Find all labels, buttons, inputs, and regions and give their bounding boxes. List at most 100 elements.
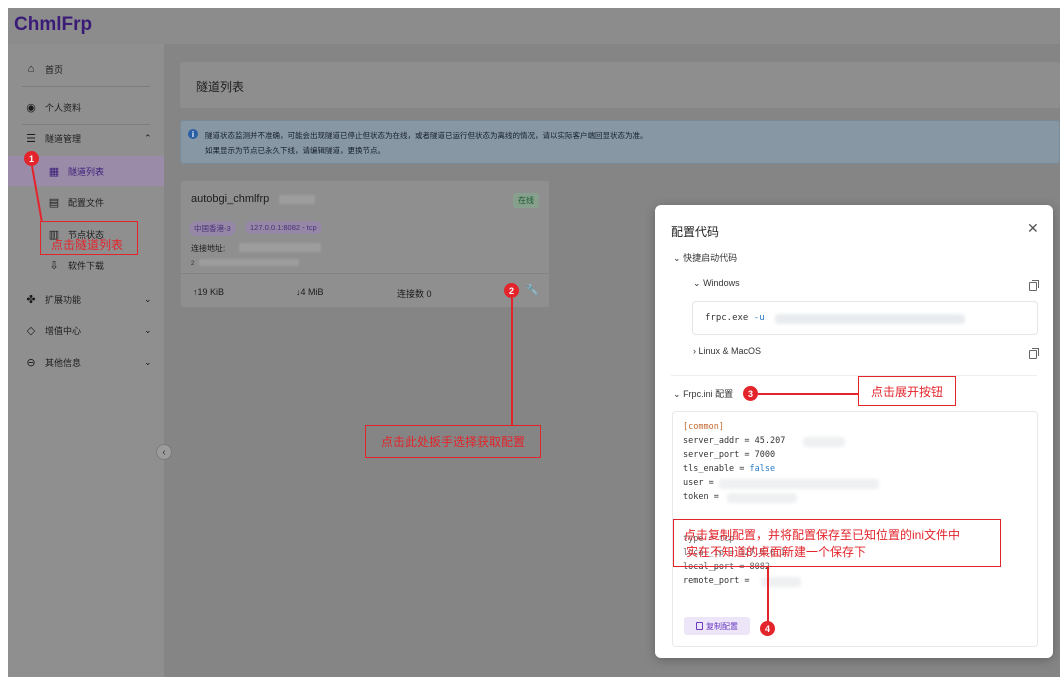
annotation-line	[767, 567, 769, 622]
tunnel-name: autobgi_chmlfrp	[191, 193, 270, 205]
list-icon: ☰	[26, 132, 36, 145]
tunnel-card[interactable]: autobgi_chmlfrp 在线 中国香港-3 127.0.0.1:8082…	[180, 180, 550, 308]
notice-line-2: 如果显示为节点已永久下线，请编辑隧道，更换节点。	[205, 146, 385, 155]
status-badge: 在线	[513, 193, 539, 208]
sidebar-item-profile[interactable]: ◉ 个人资料	[8, 92, 164, 122]
annotation-step-2: 2	[504, 283, 519, 298]
annotation-step-3: 3	[743, 386, 758, 401]
sidebar: ⌂ 首页 ◉ 个人资料 ☰ 隧道管理 ⌃ ▦ 隧道列表 ▤ 配置文件 ▥ 节点状…	[8, 44, 164, 677]
copy-icon[interactable]	[1029, 348, 1039, 359]
sidebar-item-label: 配置文件	[68, 197, 105, 208]
annotation-4-line-1: 点击复制配置，并将配置保存至已知位置的ini文件中	[684, 528, 961, 542]
annotation-step-4: 4	[760, 621, 775, 636]
chevron-down-icon: ⌄	[144, 356, 152, 367]
chevron-down-icon: ⌄	[144, 293, 152, 304]
home-icon: ⌂	[27, 63, 35, 75]
frpc-ini-label: Frpc.ini 配置	[683, 389, 734, 399]
top-bar: ChmlFrp	[8, 8, 1060, 44]
chevron-up-icon: ⌃	[144, 132, 152, 143]
close-icon[interactable]: ✕	[1027, 220, 1039, 237]
sidebar-item-label: 隧道列表	[68, 166, 105, 177]
annotation-step-1: 1	[24, 151, 39, 166]
command-text: frpc.exe -u	[705, 313, 765, 323]
local-address-tag: 127.0.0.1:8082 - tcp	[245, 221, 322, 234]
copy-icon	[696, 622, 703, 630]
quick-start-toggle[interactable]: ⌄ 快捷启动代码	[673, 251, 737, 264]
node-tag: 中国香港-3	[189, 221, 236, 236]
code-token: token =	[683, 492, 719, 502]
sidebar-item-value-center[interactable]: ◇ 增值中心 ⌄	[8, 315, 164, 345]
notice-line-1: 隧道状态监测并不准确，可能会出现隧道已停止但状态为在线，或者隧道已运行但状态为离…	[205, 131, 648, 140]
divider	[22, 86, 150, 87]
sidebar-item-tunnel-manage[interactable]: ☰ 隧道管理 ⌃	[8, 123, 164, 153]
blurred-text	[775, 314, 965, 324]
sidebar-item-config-file[interactable]: ▤ 配置文件	[8, 187, 164, 217]
more-icon: ⊖	[26, 356, 36, 369]
sidebar-item-label: 扩展功能	[45, 294, 82, 305]
sidebar-item-label: 软件下载	[68, 260, 105, 271]
diamond-icon: ◇	[26, 324, 36, 337]
annotation-line	[511, 298, 513, 426]
code-server-addr: server_addr = 45.207	[683, 436, 786, 446]
config-code-modal: 配置代码 ✕ ⌄ 快捷启动代码 ⌄ Windows frpc.exe -u › …	[655, 205, 1053, 658]
copy-config-button[interactable]: 复制配置	[684, 617, 750, 635]
annotation-label-3: 点击展开按钮	[858, 376, 956, 406]
blurred-text	[199, 259, 299, 266]
chevron-down-icon: ⌄	[144, 324, 152, 335]
sidebar-item-label: 隧道管理	[45, 133, 82, 144]
annotation-line	[758, 393, 858, 395]
sidebar-item-label: 增值中心	[45, 325, 82, 336]
linux-macos-label: Linux & MacOS	[698, 346, 762, 356]
annotation-label-1: 点击隧道列表	[40, 221, 138, 255]
copy-config-label: 复制配置	[706, 621, 738, 631]
blurred-text	[803, 437, 845, 447]
chevron-down-icon: ⌄	[693, 278, 701, 288]
sidebar-item-label: 个人资料	[45, 102, 82, 113]
wrench-icon[interactable]: 🔧	[526, 285, 538, 296]
chevron-right-icon: ›	[693, 346, 696, 356]
sidebar-item-other-info[interactable]: ⊖ 其他信息 ⌄	[8, 347, 164, 377]
page-title: 隧道列表	[196, 80, 245, 94]
command-executable: frpc.exe	[705, 313, 749, 323]
download-stat: ↓4 MiB	[296, 287, 324, 297]
file-icon: ▤	[48, 196, 60, 209]
linux-macos-toggle[interactable]: › Linux & MacOS	[693, 346, 761, 356]
connection-address-label: 连接地址:	[191, 244, 226, 253]
sidebar-item-label: 首页	[45, 64, 64, 75]
sidebar-item-extensions[interactable]: ✤ 扩展功能 ⌄	[8, 284, 164, 314]
windows-toggle[interactable]: ⌄ Windows	[693, 278, 740, 289]
blurred-text	[279, 195, 315, 204]
sidebar-item-label: 其他信息	[45, 357, 82, 368]
download-icon: ⇩	[49, 259, 59, 272]
code-tls-key: tls_enable =	[683, 464, 750, 474]
quick-start-label: 快捷启动代码	[683, 253, 738, 263]
code-server-port: server_port = 7000	[683, 450, 776, 460]
blurred-text	[239, 243, 321, 252]
sidebar-collapse-button[interactable]: ‹	[156, 444, 172, 460]
modal-title: 配置代码	[671, 225, 720, 239]
command-flag: -u	[753, 313, 765, 323]
sidebar-item-home[interactable]: ⌂ 首页	[8, 54, 164, 84]
blurred-text	[719, 479, 879, 489]
annotation-4-line-2: 实在不知道的桌面新建一个保存下	[686, 545, 867, 559]
code-tls-enable: tls_enable = false	[683, 464, 775, 474]
brand-logo[interactable]: ChmlFrp	[14, 14, 92, 36]
puzzle-icon: ✤	[26, 293, 36, 306]
user-circle-icon: ◉	[26, 101, 36, 114]
chevron-down-icon: ⌄	[673, 253, 681, 263]
code-section-header: [common]	[683, 422, 724, 432]
windows-command-box[interactable]: frpc.exe -u	[692, 301, 1038, 335]
info-icon: i	[188, 129, 198, 139]
upload-stat: ↑19 KiB	[193, 287, 225, 297]
chevron-down-icon: ⌄	[673, 389, 681, 399]
status-notice: i 隧道状态监测并不准确，可能会出现隧道已停止但状态为在线，或者隧道已运行但状态…	[180, 120, 1060, 164]
code-user: user =	[683, 478, 714, 488]
frpc-ini-toggle[interactable]: ⌄ Frpc.ini 配置	[673, 387, 733, 400]
annotation-label-4: 点击复制配置，并将配置保存至已知位置的ini文件中 实在不知道的桌面新建一个保存…	[673, 519, 1001, 567]
divider	[181, 273, 549, 274]
copy-icon[interactable]	[1029, 280, 1039, 291]
divider	[671, 375, 1037, 376]
connection-address-line2: 2	[191, 261, 195, 267]
blurred-text	[727, 493, 797, 503]
page-header: 隧道列表	[180, 62, 1060, 108]
